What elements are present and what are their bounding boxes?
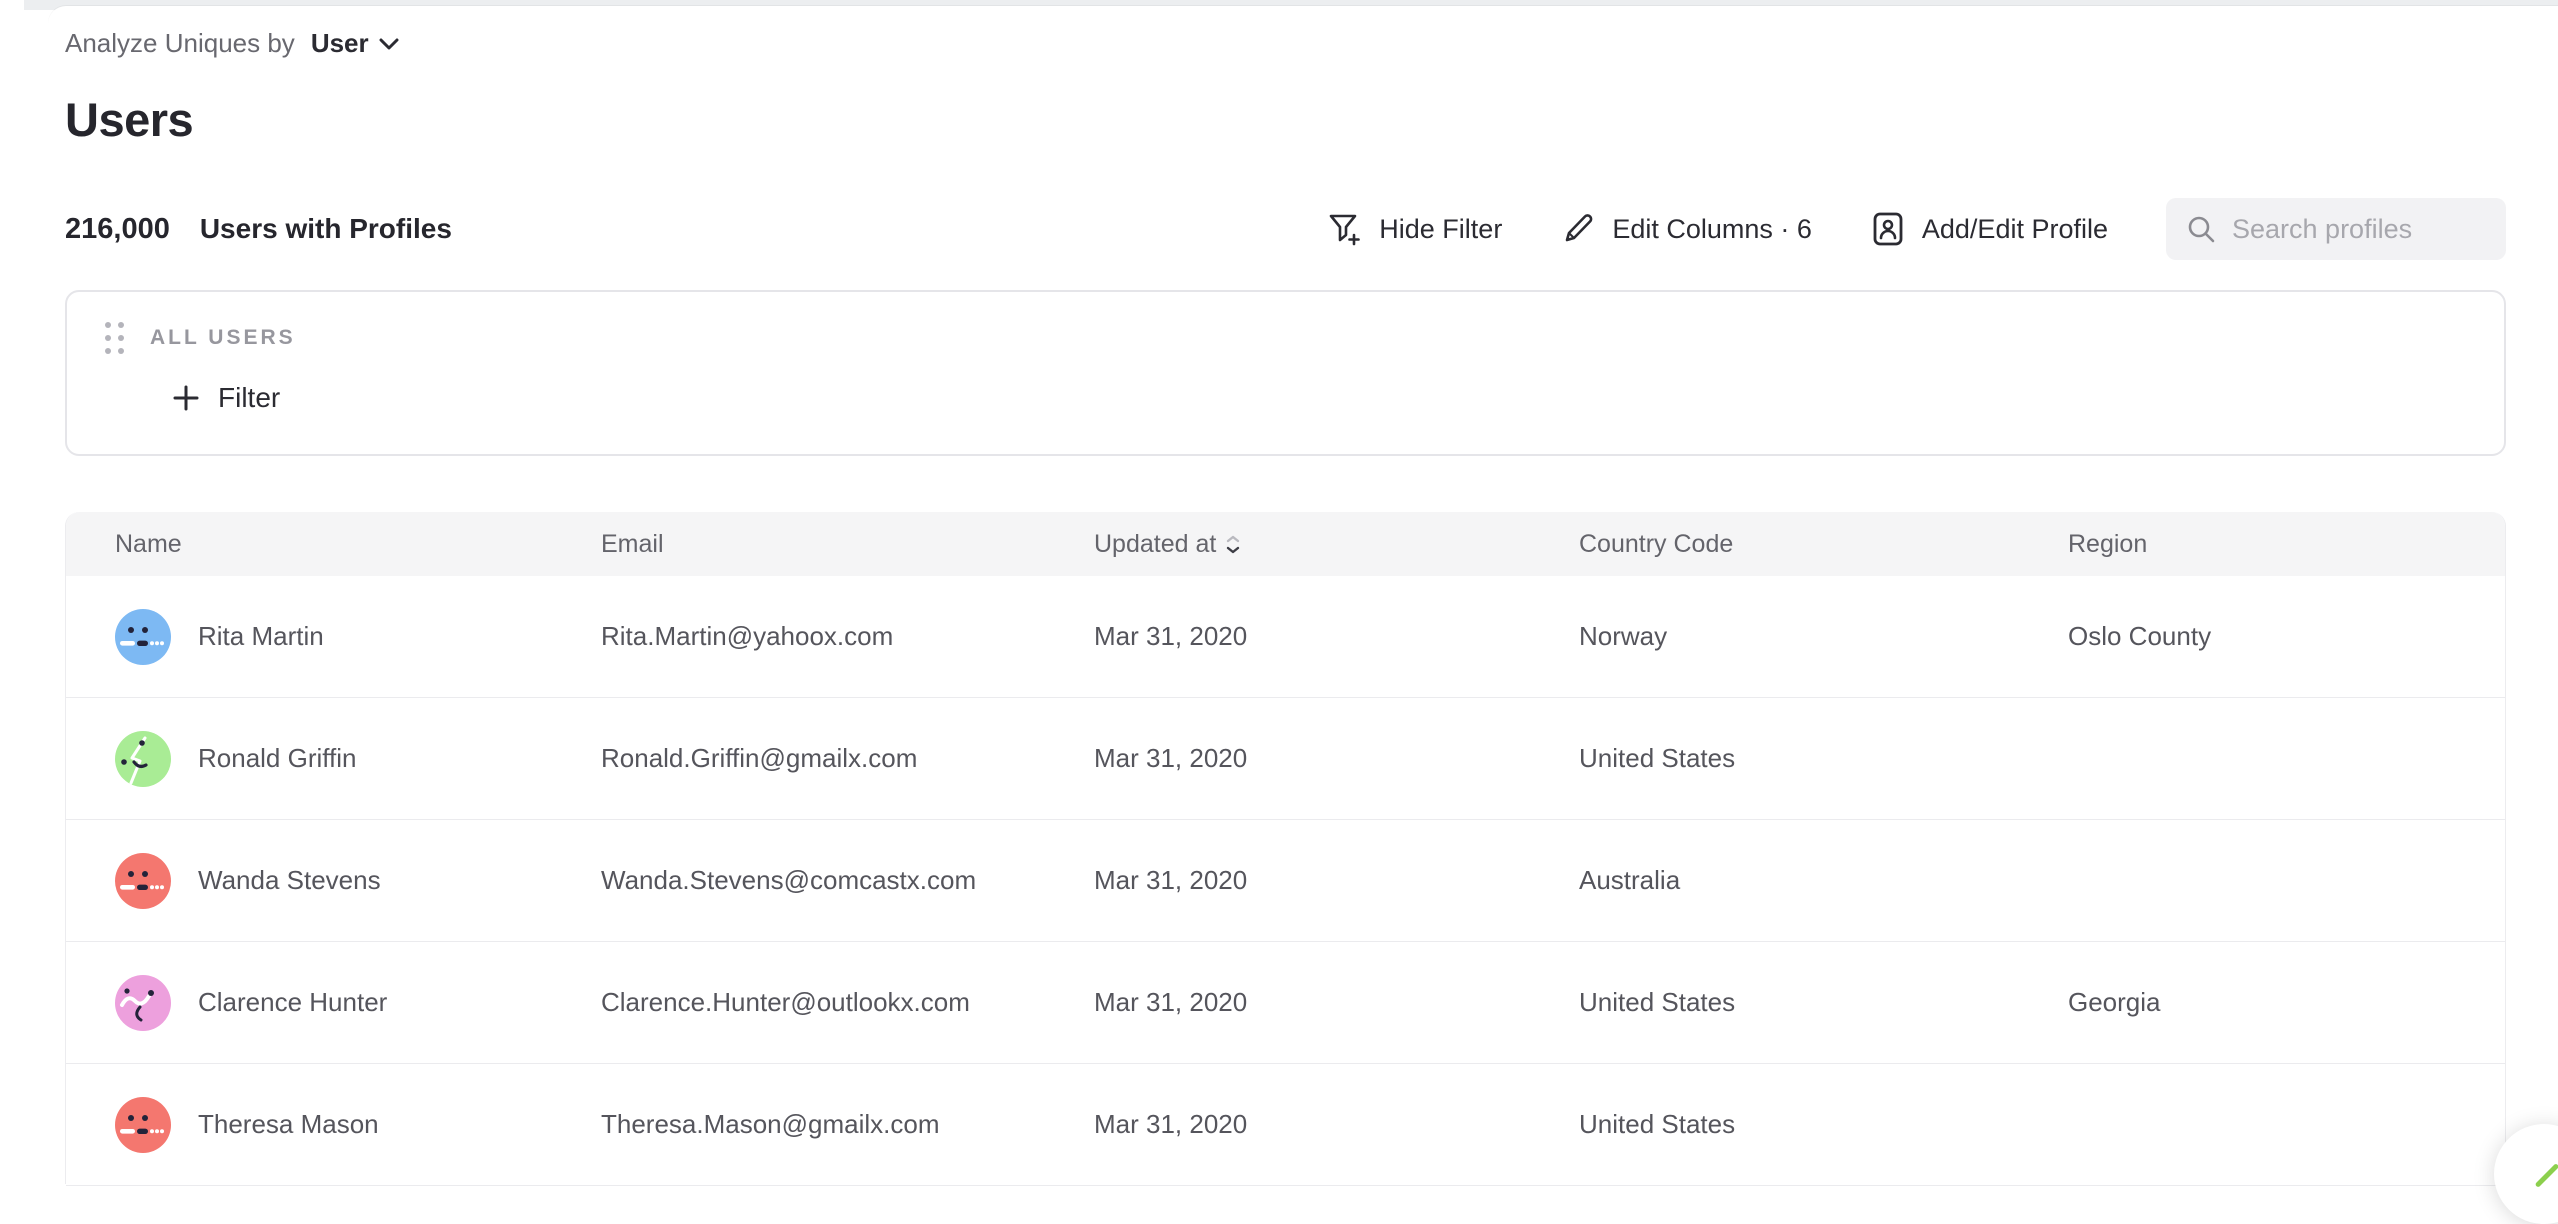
column-header-country-code[interactable]: Country Code bbox=[1579, 530, 2068, 559]
email-cell: Wanda.Stevens@comcastx.com bbox=[601, 865, 1094, 896]
filter-card: ALL USERS Filter bbox=[65, 290, 2506, 456]
pencil-icon bbox=[1560, 211, 1596, 247]
avatar bbox=[115, 731, 171, 787]
user-name: Ronald Griffin bbox=[198, 743, 357, 774]
analyze-uniques-label: Analyze Uniques by bbox=[65, 28, 295, 59]
table-row[interactable]: Clarence Hunter Clarence.Hunter@outlookx… bbox=[66, 942, 2505, 1064]
add-edit-profile-label: Add/Edit Profile bbox=[1922, 214, 2108, 245]
search-icon bbox=[2186, 214, 2216, 244]
filter-group-label: ALL USERS bbox=[150, 326, 296, 350]
email-cell: Ronald.Griffin@gmailx.com bbox=[601, 743, 1094, 774]
user-name: Rita Martin bbox=[198, 621, 324, 652]
avatar bbox=[115, 609, 171, 665]
name-cell: Wanda Stevens bbox=[68, 853, 601, 909]
table-row[interactable]: Rita Martin Rita.Martin@yahoox.com Mar 3… bbox=[66, 576, 2505, 698]
country-code-cell: United States bbox=[1579, 743, 2068, 774]
updated-at-cell: Mar 31, 2020 bbox=[1094, 743, 1579, 774]
column-header-region[interactable]: Region bbox=[2068, 530, 2505, 559]
column-header-updated-at[interactable]: Updated at bbox=[1094, 530, 1579, 559]
hide-filter-label: Hide Filter bbox=[1379, 214, 1502, 245]
table-row[interactable]: Wanda Stevens Wanda.Stevens@comcastx.com… bbox=[66, 820, 2505, 942]
chevron-down-icon bbox=[379, 38, 399, 50]
email-cell: Rita.Martin@yahoox.com bbox=[601, 621, 1094, 652]
column-label: Country Code bbox=[1579, 530, 1733, 559]
user-name: Theresa Mason bbox=[198, 1109, 379, 1140]
users-page: Analyze Uniques by User Users 216,000 Us… bbox=[0, 0, 2558, 1184]
table-header: Name Email Updated at Country Code Regio… bbox=[66, 512, 2505, 576]
add-edit-profile-button[interactable]: Add/Edit Profile bbox=[1870, 211, 2108, 247]
country-code-cell: United States bbox=[1579, 1109, 2068, 1140]
analyze-by-dropdown[interactable]: User bbox=[311, 28, 399, 59]
user-name: Wanda Stevens bbox=[198, 865, 381, 896]
updated-at-cell: Mar 31, 2020 bbox=[1094, 987, 1579, 1018]
stats-actions-row: 216,000 Users with Profiles Hide Filter … bbox=[65, 196, 2506, 262]
column-header-email[interactable]: Email bbox=[601, 530, 1094, 559]
page-title: Users bbox=[65, 92, 193, 147]
profile-count: 216,000 bbox=[65, 213, 170, 246]
analyze-uniques-row: Analyze Uniques by User bbox=[65, 28, 399, 59]
region-cell: Oslo County bbox=[2068, 621, 2505, 652]
country-code-cell: Norway bbox=[1579, 621, 2068, 652]
profile-count-label: Users with Profiles bbox=[200, 213, 452, 245]
plus-icon bbox=[172, 384, 200, 412]
edit-columns-button[interactable]: Edit Columns · 6 bbox=[1560, 211, 1812, 247]
column-header-name[interactable]: Name bbox=[115, 530, 601, 559]
email-cell: Clarence.Hunter@outlookx.com bbox=[601, 987, 1094, 1018]
updated-at-cell: Mar 31, 2020 bbox=[1094, 1109, 1579, 1140]
profile-count-group: 216,000 Users with Profiles bbox=[65, 213, 452, 246]
user-name: Clarence Hunter bbox=[198, 987, 387, 1018]
name-cell: Ronald Griffin bbox=[68, 731, 601, 787]
analyze-by-value: User bbox=[311, 28, 369, 59]
column-label: Email bbox=[601, 530, 664, 559]
avatar bbox=[115, 853, 171, 909]
profile-card-icon bbox=[1870, 211, 1906, 247]
name-cell: Rita Martin bbox=[68, 609, 601, 665]
filter-group-header: ALL USERS bbox=[105, 322, 296, 354]
add-filter-button[interactable]: Filter bbox=[172, 382, 280, 414]
email-cell: Theresa.Mason@gmailx.com bbox=[601, 1109, 1094, 1140]
avatar bbox=[115, 1097, 171, 1153]
hide-filter-button[interactable]: Hide Filter bbox=[1327, 212, 1502, 246]
updated-at-cell: Mar 31, 2020 bbox=[1094, 621, 1579, 652]
region-cell: Georgia bbox=[2068, 987, 2505, 1018]
drag-handle-icon[interactable] bbox=[105, 322, 124, 354]
sort-chevrons-icon bbox=[1226, 535, 1240, 554]
funnel-plus-icon bbox=[1327, 212, 1363, 246]
name-cell: Theresa Mason bbox=[68, 1097, 601, 1153]
search-profiles-input[interactable] bbox=[2232, 214, 2482, 245]
name-cell: Clarence Hunter bbox=[68, 975, 601, 1031]
table-row[interactable]: Theresa Mason Theresa.Mason@gmailx.com M… bbox=[66, 1064, 2505, 1186]
country-code-cell: United States bbox=[1579, 987, 2068, 1018]
updated-at-cell: Mar 31, 2020 bbox=[1094, 865, 1579, 896]
avatar bbox=[115, 975, 171, 1031]
column-label: Updated at bbox=[1094, 530, 1216, 559]
actions-group: Hide Filter Edit Columns · 6 Add/Edit Pr… bbox=[1327, 198, 2506, 260]
users-table: Name Email Updated at Country Code Regio… bbox=[65, 512, 2506, 1184]
column-label: Region bbox=[2068, 530, 2147, 559]
search-profiles-box[interactable] bbox=[2166, 198, 2506, 260]
table-row[interactable]: Ronald Griffin Ronald.Griffin@gmailx.com… bbox=[66, 698, 2505, 820]
edit-columns-label: Edit Columns · 6 bbox=[1612, 214, 1812, 245]
add-filter-label: Filter bbox=[218, 382, 280, 414]
country-code-cell: Australia bbox=[1579, 865, 2068, 896]
column-label: Name bbox=[115, 530, 182, 559]
